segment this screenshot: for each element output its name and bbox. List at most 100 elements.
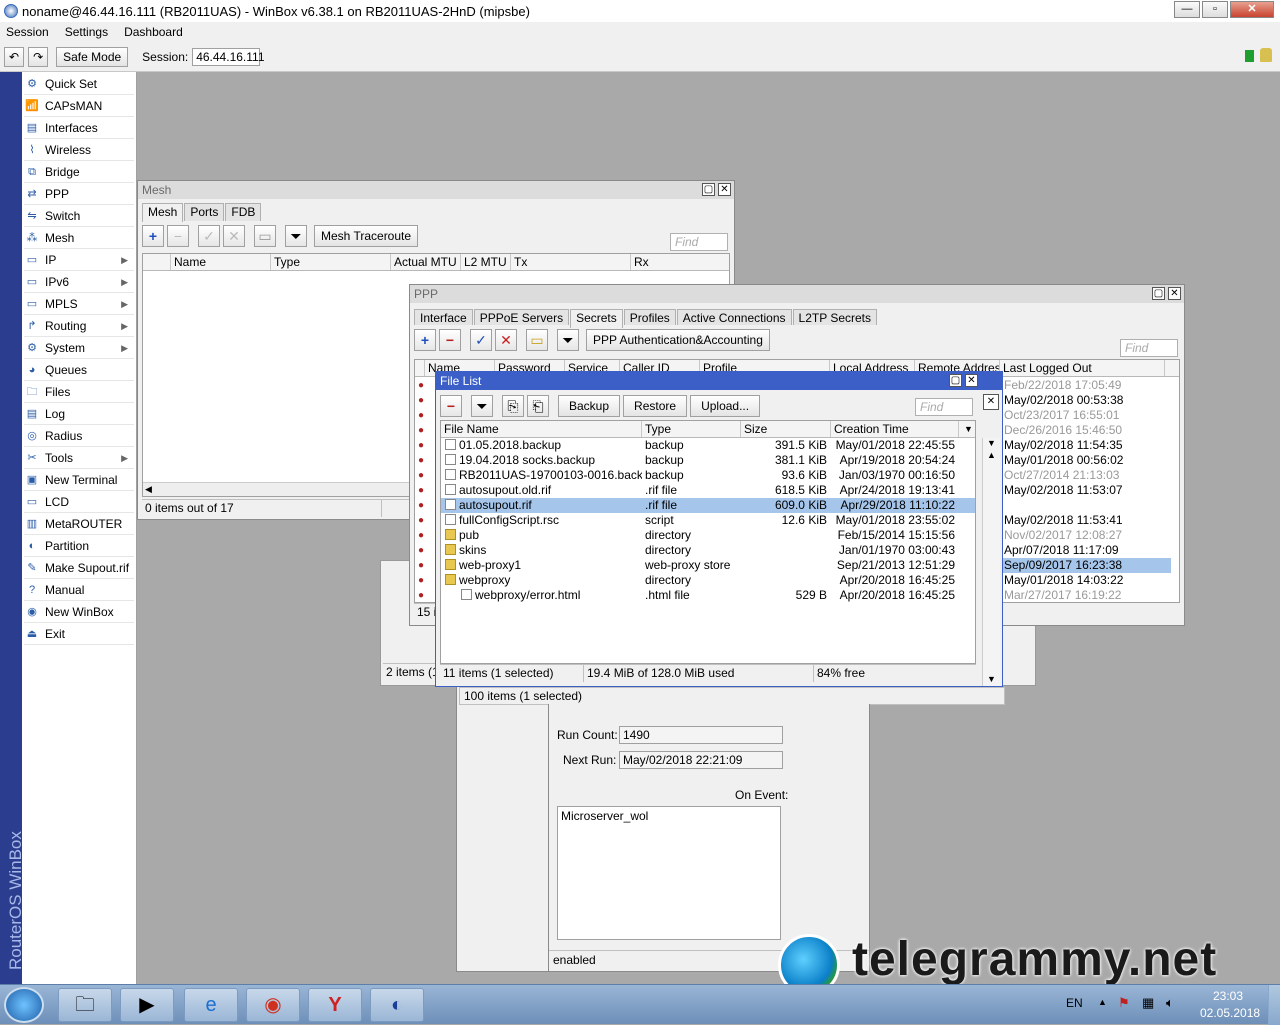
add-icon[interactable]: + <box>142 225 164 247</box>
session-field[interactable]: 46.44.16.111 <box>192 47 265 66</box>
undo-button[interactable]: ↶ <box>4 46 25 67</box>
file-list-find-input[interactable]: Find <box>915 398 973 416</box>
file-row[interactable]: RB2011UAS-19700103-0016.backup backup 93.6… <box>441 468 975 483</box>
mesh-traceroute-button[interactable]: Mesh Traceroute <box>314 225 419 247</box>
col-rx[interactable]: Rx <box>631 254 711 270</box>
run-count-field[interactable]: 1490 <box>619 726 783 744</box>
sidebar-item-capsman[interactable]: 📶 CAPsMAN <box>24 96 134 117</box>
file-row[interactable]: autosupout.rif .rif file 609.0 KiB Apr/29/2… <box>441 498 975 513</box>
sidebar-item-ip[interactable]: ▭ IP ▶ <box>24 250 134 271</box>
column-menu-icon[interactable]: ▼ <box>959 421 975 437</box>
file-list-vscroll[interactable]: ▼ ▲ ▼ <box>982 438 1000 686</box>
language-indicator[interactable]: EN <box>1066 996 1083 1010</box>
sidebar-item-metarouter[interactable]: ▥ MetaROUTER <box>24 514 134 535</box>
filter-icon[interactable]: ⏷ <box>557 329 579 351</box>
paste-icon[interactable]: ⎗ <box>527 395 549 417</box>
file-list-close-button[interactable]: ✕ <box>965 374 978 387</box>
next-run-field[interactable]: May/02/2018 22:21:09 <box>619 751 783 769</box>
show-desktop-button[interactable] <box>1268 985 1280 1025</box>
col-actual-mtu[interactable]: Actual MTU <box>391 254 461 270</box>
file-row[interactable]: 01.05.2018.backup backup 391.5 KiB May/01/2… <box>441 438 975 453</box>
tab-fdb[interactable]: FDB <box>225 203 262 221</box>
internet-explorer-icon[interactable]: e <box>184 988 238 1022</box>
col-name[interactable]: Name <box>171 254 271 270</box>
tab-interface[interactable]: Interface <box>414 309 473 325</box>
file-row[interactable]: fullConfigScript.rsc script 12.6 KiB May/01… <box>441 513 975 528</box>
upload-button[interactable]: Upload... <box>690 395 761 417</box>
sidebar-item-manual[interactable]: ? Manual <box>24 580 134 601</box>
tray-expand-icon[interactable]: ▲ <box>1098 997 1107 1007</box>
filter-icon[interactable]: ⏷ <box>471 395 493 417</box>
sidebar-item-interfaces[interactable]: ▤ Interfaces <box>24 118 134 139</box>
sidebar-item-mpls[interactable]: ▭ MPLS ▶ <box>24 294 134 315</box>
action-center-icon[interactable]: ⚑ <box>1118 995 1130 1011</box>
sidebar-item-queues[interactable]: ◕ Queues <box>24 360 134 381</box>
mesh-close-button[interactable]: ✕ <box>718 183 731 196</box>
menu-dashboard[interactable]: Dashboard <box>124 25 183 39</box>
volume-icon[interactable]: 🔈︎ <box>1166 995 1174 1011</box>
col-l2-mtu[interactable]: L2 MTU <box>461 254 511 270</box>
media-player-icon[interactable]: ▶ <box>120 988 174 1022</box>
close-button[interactable]: ✕ <box>1230 1 1274 18</box>
menu-session[interactable]: Session <box>6 25 49 39</box>
redo-button[interactable]: ↷ <box>28 46 49 67</box>
sidebar-item-new-terminal[interactable]: ▣ New Terminal <box>24 470 134 491</box>
sidebar-item-mesh[interactable]: ⁂ Mesh <box>24 228 134 249</box>
add-icon[interactable]: + <box>414 329 436 351</box>
yandex-browser-icon[interactable]: Y <box>308 988 362 1022</box>
ppp-auth-button[interactable]: PPP Authentication&Accounting <box>586 329 770 351</box>
col-type[interactable]: Type <box>642 421 741 437</box>
menu-settings[interactable]: Settings <box>65 25 108 39</box>
ppp-maximize-button[interactable]: ▢ <box>1152 287 1165 300</box>
mesh-maximize-button[interactable]: ▢ <box>702 183 715 196</box>
remove-icon[interactable]: − <box>440 395 462 417</box>
minimize-button[interactable]: — <box>1174 1 1200 18</box>
sidebar-item-make-supout-rif[interactable]: ✎ Make Supout.rif <box>24 558 134 579</box>
safe-mode-button[interactable]: Safe Mode <box>56 46 129 67</box>
chrome-icon[interactable]: ◉ <box>246 988 300 1022</box>
sidebar-item-routing[interactable]: ↱ Routing ▶ <box>24 316 134 337</box>
enable-icon[interactable]: ✓ <box>470 329 492 351</box>
col-file-name[interactable]: File Name <box>441 421 642 437</box>
file-row[interactable]: autosupout.old.rif .rif file 618.5 KiB Apr/… <box>441 483 975 498</box>
file-row[interactable]: webproxy directory Apr/20/2018 16:45:25 <box>441 573 975 588</box>
sidebar-item-new-winbox[interactable]: ◉ New WinBox <box>24 602 134 623</box>
sidebar-item-switch[interactable]: ⇋ Switch <box>24 206 134 227</box>
clock-date[interactable]: 02.05.2018 <box>1200 1006 1260 1020</box>
file-row[interactable]: web-proxy1 web-proxy store Sep/21/2013 12:… <box>441 558 975 573</box>
col-type[interactable]: Type <box>271 254 391 270</box>
file-row[interactable]: skins directory Jan/01/1970 03:00:43 <box>441 543 975 558</box>
col-tx[interactable]: Tx <box>511 254 631 270</box>
sidebar-item-files[interactable]: 🗀 Files <box>24 382 134 403</box>
tab-secrets[interactable]: Secrets <box>570 309 623 328</box>
sidebar-item-lcd[interactable]: ▭ LCD <box>24 492 134 513</box>
col-creation-time[interactable]: Creation Time <box>831 421 959 437</box>
disable-icon[interactable]: ✕ <box>223 225 245 247</box>
file-list-maximize-button[interactable]: ▢ <box>949 374 962 387</box>
network-icon[interactable]: ▦ <box>1142 995 1154 1011</box>
winbox-taskbar-icon[interactable]: ◐ <box>370 988 424 1022</box>
start-button[interactable] <box>4 987 44 1023</box>
on-event-textarea[interactable]: Microserver_wol <box>557 806 781 940</box>
copy-icon[interactable]: ⎘ <box>502 395 524 417</box>
comment-icon[interactable]: ▭ <box>254 225 276 247</box>
file-list-side-close[interactable]: ✕ <box>983 394 999 410</box>
file-row[interactable]: webproxy/error.html .html file 529 B Apr/20… <box>441 588 975 603</box>
sidebar-item-log[interactable]: ▤ Log <box>24 404 134 425</box>
sidebar-item-exit[interactable]: ⏏ Exit <box>24 624 134 645</box>
restore-button[interactable]: Restore <box>623 395 688 417</box>
remove-icon[interactable]: − <box>167 225 189 247</box>
filter-icon[interactable]: ⏷ <box>285 225 307 247</box>
tab-mesh[interactable]: Mesh <box>142 203 184 222</box>
enable-icon[interactable]: ✓ <box>198 225 220 247</box>
disable-icon[interactable]: ✕ <box>495 329 517 351</box>
backup-button[interactable]: Backup <box>558 395 621 417</box>
sidebar-item-partition[interactable]: ◐ Partition <box>24 536 134 557</box>
file-row[interactable]: 19.04.2018 socks.backup backup 381.1 KiB Ap… <box>441 453 975 468</box>
sidebar-item-wireless[interactable]: ⌇ Wireless <box>24 140 134 161</box>
comment-icon[interactable]: ▭ <box>526 329 548 351</box>
maximize-button[interactable]: ▫ <box>1202 1 1228 18</box>
ppp-close-button[interactable]: ✕ <box>1168 287 1181 300</box>
tab-ports[interactable]: Ports <box>184 203 225 221</box>
mesh-find-input[interactable]: Find <box>670 233 728 251</box>
